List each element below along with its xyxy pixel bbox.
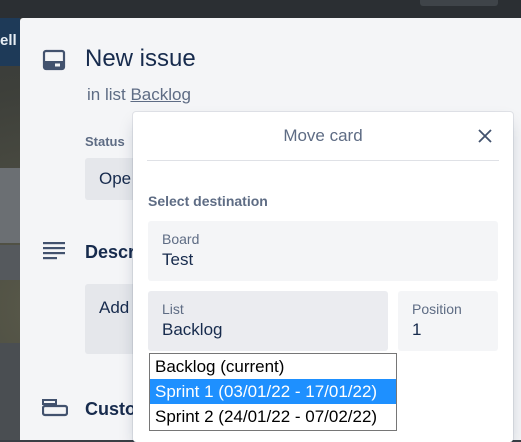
select-destination-label: Select destination — [148, 193, 268, 209]
status-label: Status — [85, 134, 125, 149]
close-icon — [478, 129, 492, 143]
board-label: Board — [162, 231, 200, 247]
board-header-bar — [0, 0, 521, 18]
in-list-prefix: in list — [87, 85, 126, 104]
custom-fields-title: Custo — [85, 399, 136, 419]
list-option[interactable]: Sprint 1 (03/01/22 - 17/01/22) — [150, 379, 396, 404]
list-label: List — [162, 301, 184, 317]
background-card[interactable] — [0, 168, 20, 243]
description-icon — [42, 240, 66, 265]
list-value: Backlog — [162, 320, 223, 339]
list-dropdown: Backlog (current) Sprint 1 (03/01/22 - 1… — [149, 353, 397, 431]
close-button[interactable] — [473, 124, 497, 148]
background-card[interactable] — [0, 245, 20, 280]
list-link[interactable]: Backlog — [130, 85, 190, 104]
board-select[interactable]: Board Test — [148, 221, 498, 281]
position-select[interactable]: Position 1 — [398, 291, 498, 351]
issue-list-info: in list Backlog — [87, 85, 191, 105]
issue-title[interactable]: New issue — [85, 45, 196, 73]
popover-divider — [147, 160, 499, 161]
list-option[interactable]: Backlog (current) — [150, 354, 396, 379]
background-card[interactable] — [0, 343, 20, 440]
header-button[interactable] — [420, 0, 498, 6]
board-value: Test — [162, 250, 194, 269]
position-label: Position — [412, 301, 462, 317]
popover-title: Move card — [283, 126, 363, 145]
card-icon — [42, 49, 66, 76]
list-option[interactable]: Sprint 2 (24/01/22 - 07/02/22) — [150, 404, 396, 429]
list-header-label: ell — [0, 32, 17, 49]
position-value: 1 — [412, 320, 422, 339]
list-select[interactable]: List Backlog — [148, 291, 388, 351]
custom-fields-icon — [41, 399, 69, 422]
description-title: Descr — [85, 242, 136, 262]
list-header[interactable]: ell — [0, 18, 20, 66]
